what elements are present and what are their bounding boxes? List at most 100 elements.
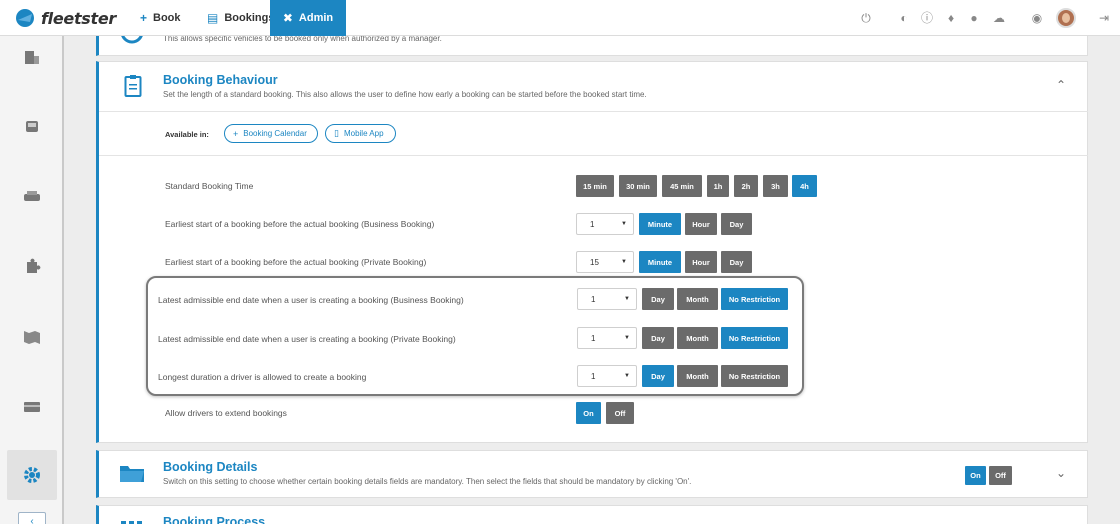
fleetster-logo-icon xyxy=(16,9,34,27)
car-front-icon[interactable] xyxy=(22,188,42,206)
booking-behaviour-title: Booking Behaviour xyxy=(163,73,278,87)
earliest-business-day-button[interactable]: Day xyxy=(721,213,752,235)
longest-duration-select[interactable]: 1 ▼ xyxy=(577,365,637,387)
longest-duration-value: 1 xyxy=(591,371,596,381)
latest-private-select[interactable]: 1 ▼ xyxy=(577,327,637,349)
building-icon[interactable] xyxy=(22,48,42,66)
top-bar: fleetster + Book ▤ Bookings ✖ Admin ⏻ ◐ … xyxy=(0,0,1120,36)
earliest-private-hour-button[interactable]: Hour xyxy=(685,251,717,273)
caret-down-icon: ▼ xyxy=(624,335,630,341)
earliest-business-label: Earliest start of a booking before the a… xyxy=(165,219,435,229)
gear-icon xyxy=(24,467,40,483)
standard-time-2h-button[interactable]: 2h xyxy=(734,175,758,197)
globe-icon[interactable]: ◉ xyxy=(1030,11,1044,25)
info-icon[interactable]: ⓘ xyxy=(920,11,934,25)
latest-business-day-button[interactable]: Day xyxy=(642,288,674,310)
latest-private-value: 1 xyxy=(591,333,596,343)
caret-down-icon: ▼ xyxy=(624,373,630,379)
booking-details-off-button[interactable]: Off xyxy=(989,466,1012,485)
nav-book[interactable]: + Book xyxy=(140,0,181,36)
nav-admin[interactable]: ✖ Admin xyxy=(270,0,346,36)
app-name: fleetster xyxy=(41,8,117,28)
booking-details-desc: Switch on this setting to choose whether… xyxy=(163,477,692,486)
booking-behaviour-desc: Set the length of a standard booking. Th… xyxy=(163,90,647,99)
latest-business-select[interactable]: 1 ▼ xyxy=(577,288,637,310)
cloud-icon[interactable]: ☁ xyxy=(992,11,1006,25)
caret-down-icon: ▼ xyxy=(621,259,627,265)
booking-details-on-button[interactable]: On xyxy=(965,466,986,485)
extend-off-button[interactable]: Off xyxy=(606,402,634,424)
caret-down-icon: ▼ xyxy=(624,296,630,302)
nav-admin-label: Admin xyxy=(298,12,334,24)
process-icon xyxy=(121,521,142,524)
nav-bookings[interactable]: ▤ Bookings xyxy=(207,0,274,36)
sidebar-collapse-button[interactable]: ‹ xyxy=(18,512,46,524)
standard-time-15min-button[interactable]: 15 min xyxy=(576,175,614,197)
credit-card-icon[interactable] xyxy=(22,398,42,416)
booking-process-title: Booking Process xyxy=(163,515,266,524)
earliest-business-minute-button[interactable]: Minute xyxy=(639,213,681,235)
extend-bookings-label: Allow drivers to extend bookings xyxy=(165,408,287,418)
vehicle-icon[interactable] xyxy=(22,118,42,136)
latest-business-no-restriction-button[interactable]: No Restriction xyxy=(721,288,788,310)
longest-duration-no-restriction-button[interactable]: No Restriction xyxy=(721,365,788,387)
clipboard-icon: ▤ xyxy=(207,11,219,25)
longest-duration-month-button[interactable]: Month xyxy=(677,365,718,387)
booking-calendar-pill[interactable]: + Booking Calendar xyxy=(224,124,318,143)
latest-business-value: 1 xyxy=(591,294,596,304)
earliest-private-value: 15 xyxy=(590,257,599,267)
speedometer-icon[interactable]: ◐ xyxy=(897,11,911,25)
caret-down-icon: ▼ xyxy=(621,221,627,227)
latest-private-month-button[interactable]: Month xyxy=(677,327,718,349)
extend-on-button[interactable]: On xyxy=(576,402,601,424)
avatar[interactable] xyxy=(1056,8,1076,28)
latest-private-no-restriction-button[interactable]: No Restriction xyxy=(721,327,788,349)
earliest-business-select[interactable]: 1 ▼ xyxy=(576,213,634,235)
chevron-down-icon[interactable]: ⌄ xyxy=(1056,466,1066,480)
earliest-business-hour-button[interactable]: Hour xyxy=(685,213,717,235)
booking-details-title: Booking Details xyxy=(163,460,258,474)
longest-duration-day-button[interactable]: Day xyxy=(642,365,674,387)
earliest-private-select[interactable]: 15 ▼ xyxy=(576,251,634,273)
standard-time-45min-button[interactable]: 45 min xyxy=(662,175,702,197)
puzzle-icon[interactable] xyxy=(22,258,42,276)
clipboard-icon xyxy=(124,75,142,97)
latest-private-label: Latest admissible end date when a user i… xyxy=(158,334,456,344)
logout-icon[interactable]: ⇥ xyxy=(1097,11,1111,25)
plus-icon: + xyxy=(233,128,239,139)
longest-duration-label: Longest duration a driver is allowed to … xyxy=(158,372,367,382)
standard-time-1h-button[interactable]: 1h xyxy=(707,175,729,197)
currency-icon[interactable]: ● xyxy=(967,11,981,25)
highlighted-restriction-group: Latest admissible end date when a user i… xyxy=(146,276,804,396)
earliest-private-label: Earliest start of a booking before the a… xyxy=(165,257,427,267)
logo[interactable]: fleetster xyxy=(14,7,116,29)
nav-book-label: Book xyxy=(153,12,181,24)
mobile-app-pill[interactable]: ▯ Mobile App xyxy=(325,124,396,143)
latest-business-month-button[interactable]: Month xyxy=(677,288,718,310)
booking-process-card: Booking Process xyxy=(96,505,1088,524)
divider xyxy=(99,155,1088,156)
plus-icon: + xyxy=(140,11,148,25)
standard-time-3h-button[interactable]: 3h xyxy=(763,175,788,197)
earliest-private-minute-button[interactable]: Minute xyxy=(639,251,681,273)
latest-business-label: Latest admissible end date when a user i… xyxy=(158,295,464,305)
nav-bookings-label: Bookings xyxy=(224,12,275,24)
power-icon[interactable]: ⏻ xyxy=(859,11,873,25)
standard-booking-time-label: Standard Booking Time xyxy=(165,181,254,191)
latest-private-day-button[interactable]: Day xyxy=(642,327,674,349)
earliest-private-day-button[interactable]: Day xyxy=(721,251,752,273)
map-icon[interactable] xyxy=(22,328,42,346)
sidebar: ‹ xyxy=(0,36,64,524)
earliest-business-value: 1 xyxy=(590,219,595,229)
bell-icon[interactable]: ♦ xyxy=(944,11,958,25)
available-in-label: Available in: xyxy=(165,130,209,139)
folder-icon xyxy=(120,466,144,482)
chevron-up-icon[interactable]: ⌃ xyxy=(1056,78,1066,92)
divider xyxy=(99,111,1088,112)
mobile-icon: ▯ xyxy=(334,128,339,138)
standard-time-4h-button[interactable]: 4h xyxy=(792,175,817,197)
booking-calendar-label: Booking Calendar xyxy=(243,129,307,138)
booking-details-card: Booking Details Switch on this setting t… xyxy=(96,450,1088,498)
sidebar-item-settings[interactable] xyxy=(7,450,57,500)
standard-time-30min-button[interactable]: 30 min xyxy=(619,175,657,197)
